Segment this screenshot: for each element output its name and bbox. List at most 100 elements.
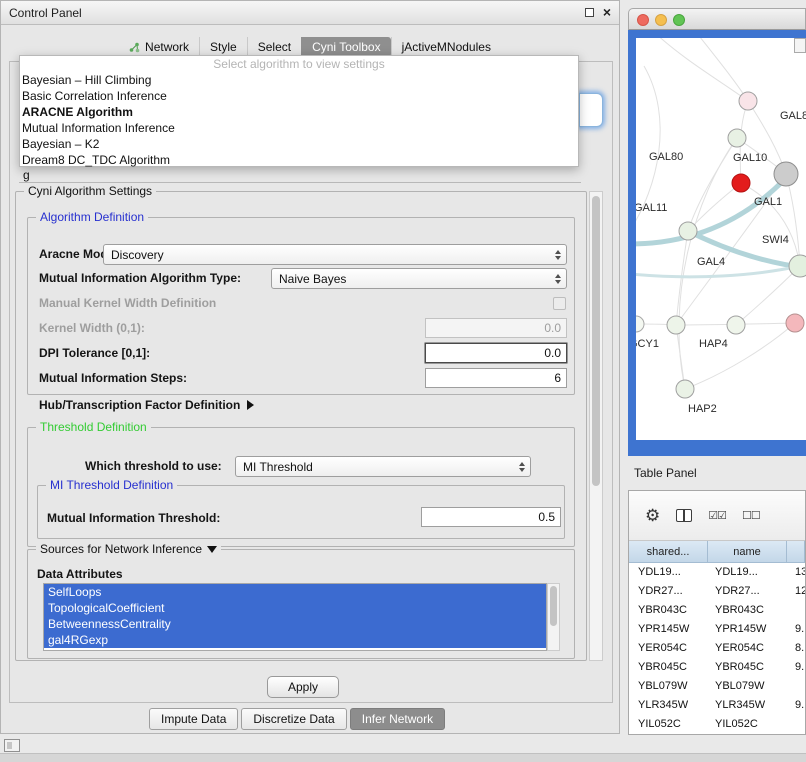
- column-header-shared[interactable]: shared...: [629, 541, 708, 563]
- expand-arrow-icon[interactable]: [247, 400, 254, 410]
- tab-label: Select: [258, 40, 291, 54]
- table-row[interactable]: YDR27...YDR27...12: [629, 582, 805, 601]
- mi-threshold-input[interactable]: [421, 507, 561, 527]
- which-threshold-label: Which threshold to use:: [85, 459, 222, 473]
- close-window-icon[interactable]: ×: [603, 6, 611, 18]
- table-cell: YPR145W: [629, 620, 708, 639]
- tab-label: Cyni Toolbox: [312, 40, 380, 54]
- tab-label: jActiveMNodules: [402, 40, 491, 54]
- mi-steps-input[interactable]: [425, 368, 567, 388]
- table-cell: [787, 601, 805, 620]
- tab-cyni-toolbox[interactable]: Cyni Toolbox: [301, 37, 390, 57]
- table-cell: YLR345W: [629, 696, 708, 715]
- network-edge: [688, 138, 737, 231]
- network-node[interactable]: [774, 162, 798, 186]
- table-cell: YBR043C: [629, 601, 708, 620]
- network-node[interactable]: [676, 380, 694, 398]
- attribute-item-gal4rgexp[interactable]: gal4RGexp: [44, 632, 546, 648]
- attribute-item-betweennesscentrality[interactable]: BetweennessCentrality: [44, 616, 546, 632]
- node-label-gal8: GAL8: [780, 110, 806, 122]
- node-label-swi4: SWI4: [762, 234, 789, 246]
- attributes-scrollbar[interactable]: [547, 583, 560, 651]
- data-attributes-list[interactable]: SelfLoopsTopologicalCoefficientBetweenne…: [43, 583, 547, 651]
- network-node[interactable]: [739, 92, 757, 110]
- select-all-icon[interactable]: ☑☑: [708, 509, 726, 522]
- table-row[interactable]: YBR045CYBR045C9.: [629, 658, 805, 677]
- mi-algorithm-type-select[interactable]: Naive Bayes: [271, 268, 567, 289]
- table-cell: YIL052C: [708, 715, 787, 734]
- gear-icon[interactable]: ⚙: [645, 506, 660, 526]
- control-panel-titlebar[interactable]: Control Panel ×: [1, 1, 619, 25]
- kernel-width-label: Kernel Width (0,1):: [39, 321, 145, 335]
- algorithm-combobox-fragment[interactable]: [579, 93, 603, 127]
- attribute-item-selfloops[interactable]: SelfLoops: [44, 584, 546, 600]
- network-canvas[interactable]: GAL8GAL80GAL10GAL11GAL1SWI4GAL4GCY1HAP4H…: [636, 38, 806, 440]
- deselect-all-icon[interactable]: ☐☐: [742, 509, 760, 522]
- bottom-tab-impute-data[interactable]: Impute Data: [149, 708, 238, 730]
- table-cell: YDL19...: [708, 563, 787, 582]
- network-node[interactable]: [727, 316, 745, 334]
- macos-close-button[interactable]: [637, 14, 649, 26]
- collapsed-panel-icon[interactable]: [4, 739, 20, 752]
- aracne-mode-value: Discovery: [111, 248, 164, 262]
- apply-button[interactable]: Apply: [267, 676, 339, 698]
- node-label-gal4: GAL4: [697, 256, 725, 268]
- float-window-icon[interactable]: [585, 8, 594, 17]
- dpi-tolerance-input[interactable]: [425, 343, 567, 363]
- attribute-item-topologicalcoefficient[interactable]: TopologicalCoefficient: [44, 600, 546, 616]
- scrollbar-thumb[interactable]: [550, 586, 557, 626]
- table-row[interactable]: YPR145WYPR145W9.: [629, 620, 805, 639]
- algorithm-option-basic-correlation-inference[interactable]: Basic Correlation Inference: [20, 88, 578, 104]
- hub-transcription-factor-section[interactable]: Hub/Transcription Factor Definition: [39, 398, 254, 412]
- tab-select[interactable]: Select: [247, 37, 301, 57]
- table-row[interactable]: YDL19...YDL19...13: [629, 563, 805, 582]
- bottom-tab-infer-network[interactable]: Infer Network: [350, 708, 445, 730]
- tab-jactivemnodules[interactable]: jActiveMNodules: [391, 37, 501, 57]
- table-row[interactable]: YBL079WYBL079W: [629, 677, 805, 696]
- tab-style[interactable]: Style: [199, 37, 247, 57]
- network-node[interactable]: [786, 314, 804, 332]
- macos-zoom-button[interactable]: [673, 14, 685, 26]
- table-row[interactable]: YBR043CYBR043C: [629, 601, 805, 620]
- algorithm-option-bayesian-k2[interactable]: Bayesian – K2: [20, 136, 578, 152]
- macos-minimize-button[interactable]: [655, 14, 667, 26]
- algorithm-option-bayesian-hill-climbing[interactable]: Bayesian – Hill Climbing: [20, 72, 578, 88]
- kernel-width-input[interactable]: [425, 318, 567, 338]
- network-node[interactable]: [667, 316, 685, 334]
- algorithm-option-dream8-dc-tdc-algorithm[interactable]: Dream8 DC_TDC Algorithm: [20, 152, 578, 168]
- threshold-type-select[interactable]: MI Threshold: [235, 456, 531, 477]
- network-node[interactable]: [789, 255, 806, 277]
- table-row[interactable]: YER054CYER054C8.: [629, 639, 805, 658]
- group-title: Threshold Definition: [36, 420, 151, 434]
- combo-arrows-icon: [555, 250, 561, 260]
- manual-kernel-width-checkbox[interactable]: [553, 297, 566, 310]
- network-node[interactable]: [636, 316, 644, 332]
- column-header-name[interactable]: name: [708, 541, 787, 563]
- column-browser-icon[interactable]: [676, 509, 692, 522]
- group-title: Cyni Algorithm Settings: [24, 184, 156, 198]
- mi-algorithm-type-value: Naive Bayes: [279, 272, 346, 286]
- network-window-titlebar[interactable]: [628, 8, 806, 30]
- settings-scrollbar[interactable]: [589, 191, 603, 661]
- network-node[interactable]: [728, 129, 746, 147]
- column-header-2[interactable]: [787, 541, 805, 563]
- node-label-gal1: GAL1: [754, 196, 782, 208]
- table-cell: YIL052C: [629, 715, 708, 734]
- network-view-window: GAL8GAL80GAL10GAL11GAL1SWI4GAL4GCY1HAP4H…: [628, 8, 806, 456]
- network-node[interactable]: [732, 174, 750, 192]
- algorithm-option-aracne-algorithm[interactable]: ARACNE Algorithm: [20, 104, 578, 120]
- table-row[interactable]: YLR345WYLR345W9.: [629, 696, 805, 715]
- scrollbar-thumb[interactable]: [592, 196, 600, 486]
- table-cell: 9.: [787, 658, 805, 677]
- table-row[interactable]: YIL052CYIL052C: [629, 715, 805, 734]
- algorithm-option-mutual-information-inference[interactable]: Mutual Information Inference: [20, 120, 578, 136]
- aracne-mode-select[interactable]: Discovery: [103, 244, 567, 265]
- network-canvas-svg[interactable]: GAL8GAL80GAL10GAL11GAL1SWI4GAL4GCY1HAP4H…: [636, 38, 806, 440]
- collapse-arrow-icon[interactable]: [207, 546, 217, 553]
- table-cell: YBR045C: [708, 658, 787, 677]
- bottom-tab-discretize-data[interactable]: Discretize Data: [241, 708, 346, 730]
- bottom-tab-bar: Impute DataDiscretize DataInfer Network: [149, 708, 445, 730]
- table-cell: YPR145W: [708, 620, 787, 639]
- tab-network[interactable]: Network: [119, 37, 199, 57]
- network-node[interactable]: [679, 222, 697, 240]
